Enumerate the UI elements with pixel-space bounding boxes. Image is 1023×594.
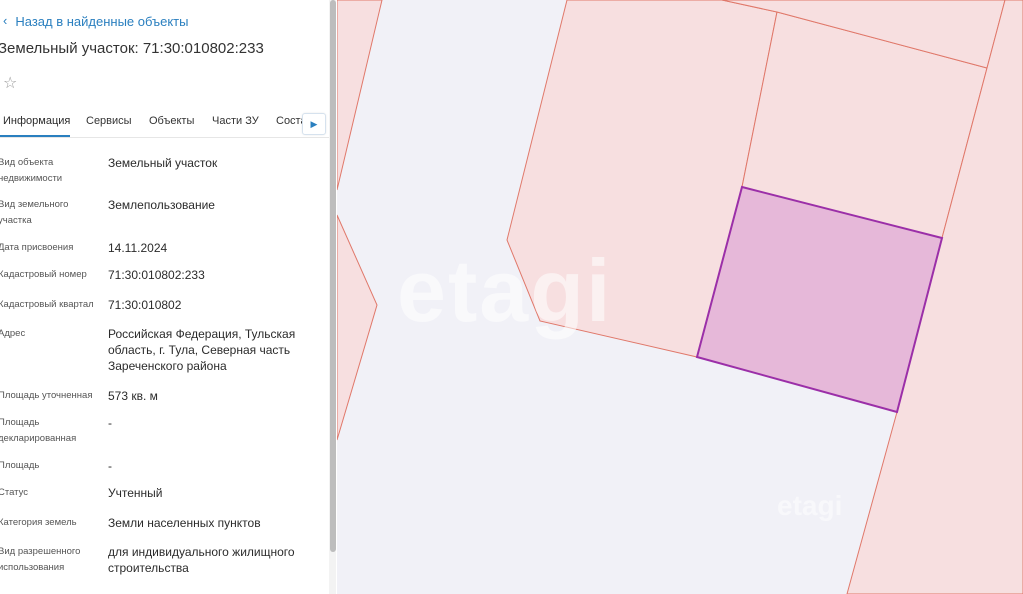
field-label: Вид разрешенного использования (0, 546, 81, 573)
field-label: Статус (0, 487, 29, 498)
field-label: Вид земельного участка (0, 199, 69, 226)
tab-objects[interactable]: Объекты (149, 115, 194, 127)
field-value: для индивидуального жилищного строительс… (108, 545, 295, 575)
star-outline-icon[interactable]: ☆ (3, 75, 21, 93)
field-label: Дата присвоения (0, 242, 74, 253)
field-label: Кадастровый квартал (0, 299, 94, 310)
field-value: 71:30:010802 (108, 298, 182, 312)
tabs-scroll-right-button[interactable]: ▶ (302, 113, 326, 135)
field-label: Категория земель (0, 517, 77, 528)
active-tab-indicator (0, 135, 70, 137)
tab-information[interactable]: Информация (3, 115, 70, 127)
field-value: Земли населенных пунктов (108, 516, 261, 530)
field-label: Кадастровый номер (0, 269, 87, 280)
cadastral-map[interactable]: etagi etagi (337, 0, 1023, 594)
field-value: 573 кв. м (108, 389, 158, 403)
field-label: Площадь декларированная (0, 417, 77, 444)
scrollbar-thumb[interactable] (330, 0, 336, 552)
field-value: 71:30:010802:233 (108, 268, 205, 282)
map-canvas[interactable] (337, 0, 1023, 594)
info-panel: ‹ Назад в найденные объекты Земельный уч… (0, 0, 336, 594)
tab-parts[interactable]: Части ЗУ (212, 115, 259, 127)
field-value: Российская Федерация, Тульская область, … (108, 327, 296, 373)
panel-scrollbar[interactable] (329, 0, 336, 594)
page-title: Земельный участок: 71:30:010802:233 (0, 40, 264, 57)
field-value: Землепользование (108, 198, 215, 212)
field-value: 14.11.2024 (108, 241, 168, 255)
field-label: Вид объекта недвижимости (0, 157, 63, 184)
field-label: Адрес (0, 328, 26, 339)
field-label: Площадь (0, 460, 40, 471)
tab-services[interactable]: Сервисы (86, 115, 132, 127)
chevron-left-icon: ‹ (3, 12, 8, 28)
back-link[interactable]: ‹ Назад в найденные объекты (3, 12, 188, 30)
field-label: Площадь уточненная (0, 390, 93, 401)
field-value: Учтенный (108, 486, 163, 500)
field-value: - (108, 416, 112, 430)
field-value: - (108, 459, 112, 473)
tab-bar: Информация Сервисы Объекты Части ЗУ Сост… (0, 107, 330, 138)
back-link-label: Назад в найденные объекты (15, 13, 189, 29)
field-value: Земельный участок (108, 156, 218, 170)
